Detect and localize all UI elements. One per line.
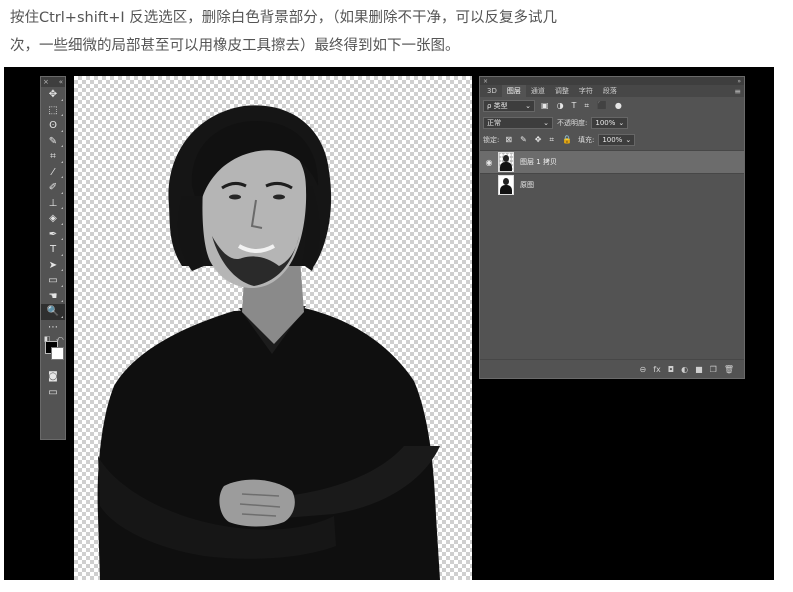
layer-thumbnail xyxy=(498,175,514,195)
lock-pixels-icon[interactable]: ✎ xyxy=(518,135,529,144)
opacity-value: 100% xyxy=(595,118,616,127)
crop-tool-icon[interactable]: ⌗ xyxy=(41,149,65,165)
fill-value: 100% xyxy=(602,135,623,144)
shape-filter-icon[interactable]: ⌗ xyxy=(582,101,591,111)
path-select-tool-icon[interactable]: ➤ xyxy=(41,258,65,274)
opacity-label: 不透明度: xyxy=(557,118,588,127)
stamp-tool-icon[interactable]: ⊥ xyxy=(41,196,65,212)
add-mask-icon[interactable]: ◘ xyxy=(668,365,674,374)
link-layers-icon[interactable]: ⊖ xyxy=(640,365,647,374)
blend-row: 正常 ⌄ 不透明度: 100% ⌄ xyxy=(480,114,744,131)
layer-row-copy[interactable]: ◉ 图层 1 拷贝 xyxy=(480,150,744,173)
zoom-tool-icon[interactable]: 🔍 xyxy=(41,304,65,320)
document-canvas[interactable] xyxy=(74,76,472,580)
layer-thumbnail xyxy=(498,152,514,172)
portrait-cutout xyxy=(97,105,440,580)
lock-label: 锁定: xyxy=(483,135,500,144)
chevron-down-icon: ⌄ xyxy=(625,135,632,144)
tab-adjustments[interactable]: 调整 xyxy=(550,85,574,97)
panel-tabs: 3D 图层 通道 调整 字符 段落 ≡ xyxy=(480,85,744,97)
smart-object-filter-icon[interactable]: ⬛ xyxy=(595,101,609,110)
layer-filter-row: ρ 类型 ⌄ ▣ ◑ T ⌗ ⬛ ● xyxy=(480,97,744,114)
fill-input[interactable]: 100% ⌄ xyxy=(598,133,636,146)
trash-icon[interactable]: 🗑 xyxy=(724,365,734,374)
filter-toggle-icon[interactable]: ● xyxy=(613,101,624,110)
layers-panel-header: × » xyxy=(480,77,744,85)
quick-select-tool-icon[interactable]: ✎ xyxy=(41,134,65,150)
adjustment-layer-icon[interactable]: ◐ xyxy=(681,365,688,374)
layers-panel-footer: ⊖ fx ◘ ◐ ■ ❐ 🗑 xyxy=(480,359,744,378)
layer-filter-select[interactable]: ρ 类型 ⌄ xyxy=(483,99,535,112)
eye-icon[interactable]: ◉ xyxy=(480,158,498,167)
intro-line-2: 次，一些细微的局部甚至可以用橡皮工具擦去）最终得到如下一张图。 xyxy=(10,38,460,54)
pen-tool-icon[interactable]: ✒ xyxy=(41,227,65,243)
eye-left xyxy=(229,194,241,200)
chevron-down-icon: ⌄ xyxy=(525,101,531,110)
color-swatches: ◧ ⤺ xyxy=(41,335,65,369)
lock-all-icon[interactable]: 🔒 xyxy=(560,135,574,144)
layers-panel: × » 3D 图层 通道 调整 字符 段落 ≡ ρ 类型 ⌄ ▣ ◑ T ⌗ ⬛… xyxy=(479,76,745,379)
chevron-down-icon: ⌄ xyxy=(618,118,625,127)
tab-channels[interactable]: 通道 xyxy=(526,85,550,97)
lasso-tool-icon[interactable]: ʘ xyxy=(41,118,65,134)
background-color-swatch[interactable] xyxy=(51,347,64,360)
hand-tool-icon[interactable]: ☚ xyxy=(41,289,65,305)
more-tools-icon[interactable]: ⋯ xyxy=(41,320,65,336)
chevron-down-icon: ⌄ xyxy=(543,118,549,127)
tools-panel-header: × « xyxy=(41,77,65,87)
tools-panel: × « ✥ ⬚ ʘ ✎ ⌗ ⁄ ✐ ⊥ ◈ ✒ T ➤ ▭ ☚ 🔍 ⋯ ◧ ⤺ … xyxy=(40,76,66,440)
eye-right xyxy=(273,194,285,200)
hand-shape xyxy=(219,479,295,527)
opacity-input[interactable]: 100% ⌄ xyxy=(591,116,629,129)
marquee-tool-icon[interactable]: ⬚ xyxy=(41,103,65,119)
panel-close-icon[interactable]: × xyxy=(483,78,488,85)
eraser-tool-icon[interactable]: ◈ xyxy=(41,211,65,227)
eyedropper-tool-icon[interactable]: ⁄ xyxy=(41,165,65,181)
quick-mask-icon[interactable]: ◙ xyxy=(41,369,65,385)
close-icon[interactable]: × xyxy=(43,78,49,86)
collapse-icon[interactable]: « xyxy=(59,78,63,86)
tab-paragraph[interactable]: 段落 xyxy=(598,85,622,97)
fill-label: 填充: xyxy=(577,135,595,144)
blend-mode-select[interactable]: 正常 ⌄ xyxy=(483,116,553,129)
intro-line-1: 按住Ctrl+shift+I 反选选区，删除白色背景部分，（如果删除不干净，可以… xyxy=(10,10,558,26)
pixel-filter-icon[interactable]: ▣ xyxy=(539,101,551,110)
layer-name[interactable]: 原图 xyxy=(520,180,534,190)
brush-tool-icon[interactable]: ✐ xyxy=(41,180,65,196)
layer-row-original[interactable]: 原图 xyxy=(480,173,744,196)
panel-menu-icon[interactable]: ≡ xyxy=(734,87,741,96)
tab-character[interactable]: 字符 xyxy=(574,85,598,97)
rectangle-tool-icon[interactable]: ▭ xyxy=(41,273,65,289)
photoshop-screenshot: × « ✥ ⬚ ʘ ✎ ⌗ ⁄ ✐ ⊥ ◈ ✒ T ➤ ▭ ☚ 🔍 ⋯ ◧ ⤺ … xyxy=(4,67,774,580)
layer-filter-label: ρ 类型 xyxy=(487,101,508,110)
new-group-icon[interactable]: ■ xyxy=(695,365,703,374)
layer-name[interactable]: 图层 1 拷贝 xyxy=(520,157,557,167)
tab-layers[interactable]: 图层 xyxy=(501,85,526,97)
screen-mode-icon[interactable]: ▭ xyxy=(41,385,65,401)
fx-icon[interactable]: fx xyxy=(653,365,661,374)
layer-list: ◉ 图层 1 拷贝 原图 xyxy=(480,150,744,196)
lock-artboard-icon[interactable]: ⌗ xyxy=(547,135,556,145)
panel-collapse-icon[interactable]: » xyxy=(737,78,741,85)
blend-mode-value: 正常 xyxy=(487,118,501,127)
lock-transparent-icon[interactable]: ⊠ xyxy=(503,135,514,144)
move-tool-icon[interactable]: ✥ xyxy=(41,87,65,103)
lock-position-icon[interactable]: ✥ xyxy=(533,135,544,144)
new-layer-icon[interactable]: ❐ xyxy=(710,365,717,374)
adjustment-filter-icon[interactable]: ◑ xyxy=(555,101,566,110)
intro-text: 按住Ctrl+shift+I 反选选区，删除白色背景部分，（如果删除不干净，可以… xyxy=(10,4,780,60)
type-tool-icon[interactable]: T xyxy=(41,242,65,258)
tab-3d[interactable]: 3D xyxy=(482,85,502,97)
lock-row: 锁定: ⊠ ✎ ✥ ⌗ 🔒 填充: 100% ⌄ xyxy=(480,131,744,148)
type-filter-icon[interactable]: T xyxy=(570,101,579,110)
